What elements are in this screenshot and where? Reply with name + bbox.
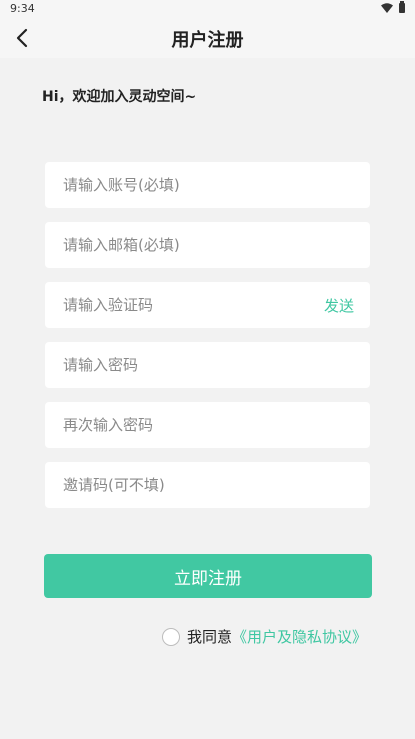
confirm-password-input[interactable]	[61, 415, 354, 435]
privacy-agreement-link[interactable]: 《用户及隐私协议》	[232, 626, 367, 647]
agreement: 我同意 《用户及隐私协议》	[162, 626, 367, 647]
agree-text: 我同意	[187, 628, 233, 646]
welcome-text: Hi，欢迎加入灵动空间~	[42, 89, 197, 105]
account-input[interactable]	[61, 175, 354, 195]
battery-icon	[399, 1, 405, 13]
status-icons	[381, 1, 405, 13]
header: 用户注册	[0, 18, 415, 58]
password-field[interactable]	[45, 342, 370, 388]
wifi-icon	[381, 3, 393, 13]
send-code-button[interactable]: 发送	[324, 295, 354, 316]
password-input[interactable]	[61, 355, 354, 375]
account-field[interactable]	[45, 162, 370, 208]
email-field[interactable]	[45, 222, 370, 268]
confirm-password-field[interactable]	[45, 402, 370, 448]
agree-checkbox[interactable]	[162, 627, 180, 646]
invite-code-field[interactable]	[45, 462, 370, 508]
status-time: 9:34	[10, 2, 35, 15]
invite-code-input[interactable]	[61, 475, 354, 495]
register-button[interactable]: 立即注册	[44, 554, 372, 598]
page-title: 用户注册	[171, 30, 244, 51]
email-input[interactable]	[61, 235, 354, 255]
verification-code-input[interactable]	[61, 295, 324, 315]
verification-code-field[interactable]: 发送	[45, 282, 370, 328]
status-bar: 9:34	[0, 0, 415, 18]
